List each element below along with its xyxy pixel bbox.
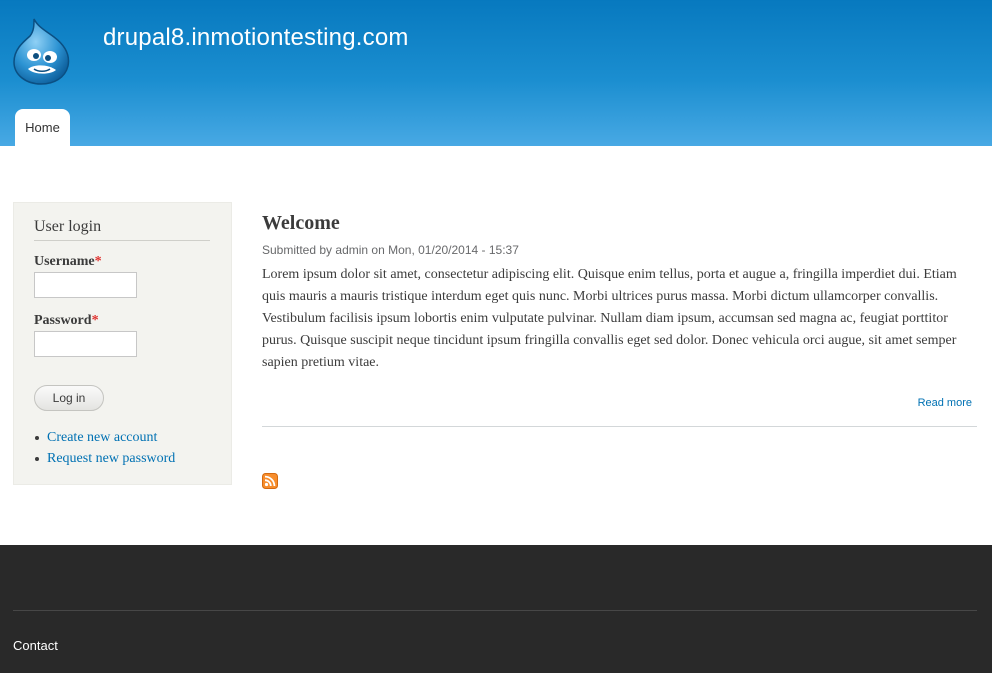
site-name-link[interactable]: drupal8.inmotiontesting.com: [103, 24, 409, 52]
contact-link[interactable]: Contact: [13, 638, 58, 653]
node-title[interactable]: Welcome: [262, 212, 340, 235]
rss-icon[interactable]: [262, 473, 278, 489]
footer-divider: [13, 610, 977, 611]
password-input[interactable]: [34, 331, 137, 357]
password-label: Password*: [34, 313, 99, 328]
username-input[interactable]: [34, 272, 137, 298]
read-more-link[interactable]: Read more: [918, 397, 972, 409]
content-divider: [262, 426, 977, 427]
tab-home[interactable]: Home: [15, 109, 70, 146]
drupal-logo-icon[interactable]: [12, 17, 70, 85]
list-item: Create new account: [34, 428, 175, 449]
user-links: Create new account Request new password: [34, 428, 175, 470]
username-label: Username*: [34, 254, 102, 269]
required-marker: *: [94, 254, 102, 269]
block-title: User login: [34, 218, 210, 241]
create-account-link[interactable]: Create new account: [47, 430, 157, 445]
log-in-button[interactable]: Log in: [34, 385, 104, 411]
post-date: Mon, 01/20/2014 - 15:37: [388, 243, 519, 257]
site-header: drupal8.inmotiontesting.com Home: [0, 0, 992, 146]
user-login-block: User login Username* Password* Log in Cr…: [13, 202, 232, 485]
author-name: admin: [335, 243, 369, 257]
node-body: Lorem ipsum dolor sit amet, consectetur …: [262, 267, 957, 370]
required-marker: *: [91, 313, 99, 328]
list-item: Request new password: [34, 449, 175, 470]
site-footer: Contact: [0, 545, 992, 673]
request-password-link[interactable]: Request new password: [47, 451, 175, 466]
submitted-info: Submitted by admin on Mon, 01/20/2014 - …: [262, 243, 519, 257]
